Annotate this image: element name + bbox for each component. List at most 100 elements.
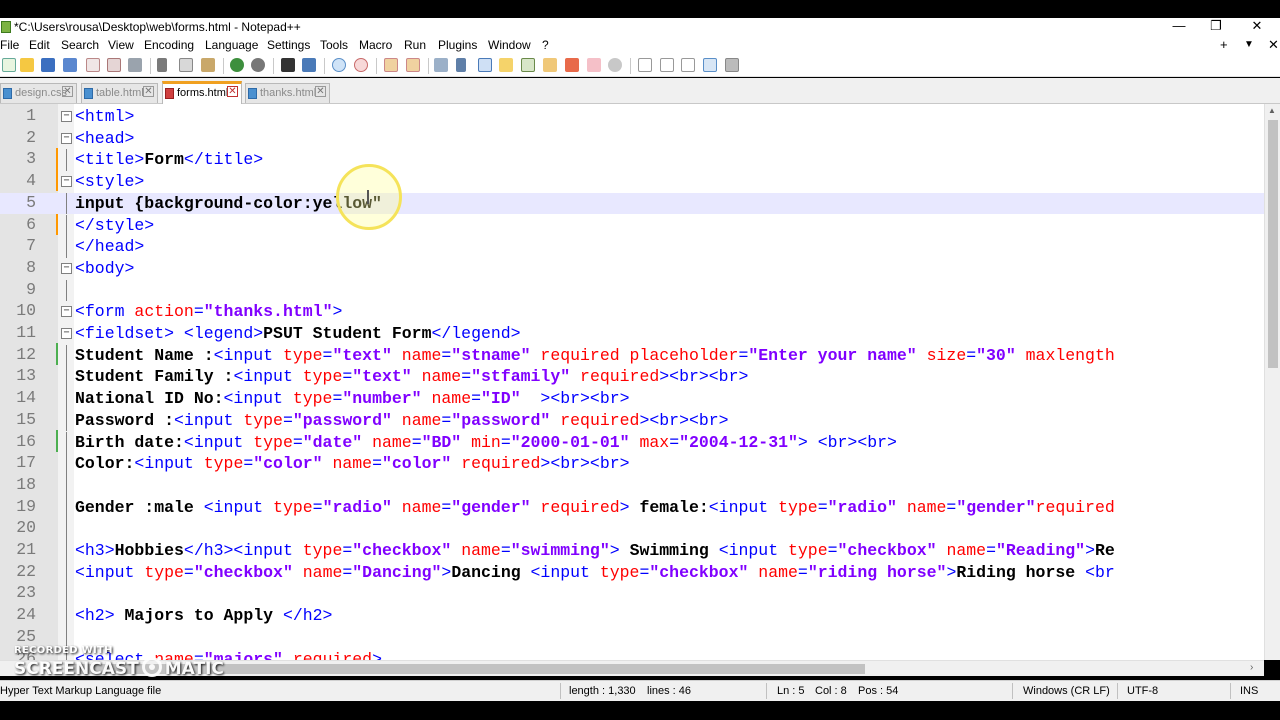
code-text[interactable]: <style> (75, 172, 144, 191)
code-line[interactable]: 4 − <style> (0, 171, 1264, 193)
code-text[interactable]: input {background-color:yellow" (75, 194, 382, 213)
code-line[interactable]: 1 − <html> (0, 106, 1264, 128)
code-text[interactable]: <html> (75, 107, 134, 126)
tab-thanks-html[interactable]: thanks.html ✕ (245, 83, 330, 103)
tab-forms-html[interactable]: forms.html ✕ (162, 81, 242, 104)
code-line[interactable]: 3 <title>Form</title> (0, 149, 1264, 172)
code-line[interactable]: 18 (0, 474, 1264, 497)
code-text[interactable]: <fieldset> <legend>PSUT Student Form</le… (75, 324, 521, 343)
code-text[interactable]: Student Family :<input type="text" name=… (75, 367, 748, 386)
code-text[interactable]: <body> (75, 259, 134, 278)
close-button[interactable]: ✕ (1246, 18, 1268, 36)
save-all-icon[interactable] (63, 58, 77, 72)
zoom-in-icon[interactable] (332, 58, 346, 72)
monitoring-icon[interactable] (608, 58, 622, 72)
menu-macro[interactable]: Macro (359, 38, 392, 52)
code-text[interactable]: Password :<input type="password" name="p… (75, 411, 729, 430)
code-text[interactable]: <h3>Hobbies</h3><input type="checkbox" n… (75, 541, 1115, 560)
menu-plugins[interactable]: Plugins (438, 38, 477, 52)
code-text[interactable]: <input type="checkbox" name="Dancing">Da… (75, 563, 1115, 582)
code-text[interactable]: <title>Form</title> (75, 150, 263, 169)
menu-help[interactable]: ? (542, 38, 549, 52)
find-icon[interactable] (281, 58, 295, 72)
scroll-right-arrow-icon[interactable]: › (1250, 662, 1253, 673)
menu-tools[interactable]: Tools (320, 38, 348, 52)
open-file-icon[interactable] (20, 58, 34, 72)
menu-search[interactable]: Search (61, 38, 99, 52)
paste-icon[interactable] (201, 58, 215, 72)
show-all-characters-icon[interactable] (456, 58, 466, 72)
vertical-scrollbar[interactable]: ▲ (1264, 104, 1280, 660)
vertical-scroll-thumb[interactable] (1268, 120, 1278, 368)
tab-close-icon[interactable]: ✕ (62, 86, 73, 97)
new-tab-plus-icon[interactable]: + (1220, 37, 1228, 52)
tab-list-dropdown-icon[interactable]: ▼ (1244, 39, 1254, 50)
word-wrap-icon[interactable] (434, 58, 448, 72)
code-line[interactable]: 21 <h3>Hobbies</h3><input type="checkbox"… (0, 540, 1264, 562)
clipboard-history-icon[interactable] (587, 58, 601, 72)
maximize-button[interactable]: ❐ (1205, 18, 1227, 36)
code-line[interactable]: 16 Birth date:<input type="date" name="BD… (0, 431, 1264, 454)
code-line[interactable]: 23 (0, 583, 1264, 606)
tab-close-icon[interactable]: ✕ (227, 86, 238, 97)
playback-icon[interactable] (681, 58, 695, 72)
code-line[interactable]: 7 </head> (0, 236, 1264, 258)
menu-file[interactable]: File (0, 38, 19, 52)
code-line[interactable]: 20 (0, 518, 1264, 540)
sync-horizontal-icon[interactable] (406, 58, 420, 72)
fold-toggle-icon[interactable]: − (61, 306, 72, 318)
code-line[interactable]: 6 </style> (0, 214, 1264, 237)
fold-toggle-icon[interactable]: − (61, 132, 72, 144)
code-line[interactable]: 14 National ID No:<input type="number" na… (0, 388, 1264, 410)
zoom-out-icon[interactable] (354, 58, 368, 72)
code-line[interactable]: 10 − <form action="thanks.html"> (0, 301, 1264, 323)
fold-toggle-icon[interactable]: − (61, 262, 72, 274)
redo-icon[interactable] (251, 58, 265, 72)
new-file-icon[interactable] (2, 58, 16, 72)
fold-toggle-icon[interactable]: − (61, 328, 72, 339)
fold-toggle-icon[interactable]: − (61, 111, 72, 122)
function-list-icon[interactable] (543, 58, 557, 72)
print-icon[interactable] (128, 58, 142, 72)
menu-edit[interactable]: Edit (29, 38, 50, 52)
cut-icon[interactable] (157, 58, 167, 72)
code-line[interactable]: 11 − <fieldset> <legend>PSUT Student Form<… (0, 323, 1264, 345)
menu-encoding[interactable]: Encoding (144, 38, 194, 52)
language-icon[interactable] (499, 58, 513, 72)
code-line[interactable]: 5 input {background-color:yellow" (0, 192, 1264, 215)
code-line[interactable]: 22 <input type="checkbox" name="Dancing">… (0, 561, 1264, 584)
undo-icon[interactable] (230, 58, 244, 72)
code-line[interactable]: 13 Student Family :<input type="text" nam… (0, 366, 1264, 389)
fold-toggle-icon[interactable]: − (61, 176, 72, 188)
code-line[interactable]: 24 <h2> Majors to Apply </h2> (0, 605, 1264, 627)
code-line[interactable]: 17 Color:<input type="color" name="color"… (0, 453, 1264, 475)
tab-close-icon[interactable]: ✕ (315, 86, 326, 97)
code-text[interactable]: <head> (75, 129, 134, 148)
save-macro-icon[interactable] (725, 58, 739, 72)
tab-table-html[interactable]: table.html ✕ (81, 83, 158, 103)
menu-view[interactable]: View (108, 38, 134, 52)
code-text[interactable]: Student Name :<input type="text" name="s… (75, 346, 1115, 365)
code-text[interactable]: </style> (75, 216, 154, 235)
tab-design-css[interactable]: design.css ✕ (0, 83, 77, 103)
code-editor[interactable]: 1− <html> 2− <head> 3 <title>Form</title> 4− <s… (0, 104, 1280, 660)
code-line[interactable]: 9 (0, 279, 1264, 302)
close-all-icon[interactable] (107, 58, 121, 72)
code-text[interactable]: Gender :male <input type="radio" name="g… (75, 498, 1115, 517)
stop-recording-icon[interactable] (660, 58, 674, 72)
code-line[interactable]: 19 Gender :male <input type="radio" name=… (0, 496, 1264, 519)
run-macro-multiple-icon[interactable] (703, 58, 717, 72)
folder-as-workspace-icon[interactable] (565, 58, 579, 72)
code-line[interactable]: 15 Password :<input type="password" name=… (0, 409, 1264, 432)
close-document-icon[interactable]: ✕ (1268, 37, 1279, 53)
save-icon[interactable] (41, 58, 55, 72)
menu-language[interactable]: Language (205, 38, 258, 52)
replace-icon[interactable] (302, 58, 316, 72)
code-text[interactable]: Color:<input type="color" name="color" r… (75, 454, 630, 473)
sync-vertical-icon[interactable] (384, 58, 398, 72)
code-line[interactable]: 8 − <body> (0, 258, 1264, 280)
record-macro-icon[interactable] (638, 58, 652, 72)
tab-close-icon[interactable]: ✕ (143, 86, 154, 97)
code-text[interactable]: </head> (75, 237, 144, 256)
code-lines[interactable]: 1− <html> 2− <head> 3 <title>Form</title> 4− <s… (0, 104, 1264, 660)
